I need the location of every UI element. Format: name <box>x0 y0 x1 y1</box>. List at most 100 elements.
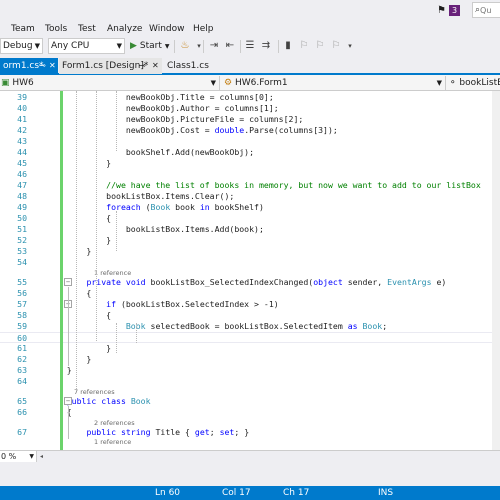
fire-icon[interactable]: ♨ <box>179 40 191 52</box>
close-icon[interactable]: ✕ <box>49 58 56 74</box>
tab-form1-cs[interactable]: orm1.cs* ⊸ ✕ <box>0 58 58 74</box>
start-label: Start <box>139 41 162 51</box>
platform-dropdown[interactable]: Any CPU ▼ <box>48 38 125 54</box>
code-line[interactable]: 42 newBookObj.Cost = double.Parse(column… <box>0 125 500 136</box>
code-text: private void bookListBox_SelectedIndexCh… <box>47 277 446 288</box>
menu-team[interactable]: Team <box>11 24 35 34</box>
format-icon[interactable]: ☰ <box>244 40 256 52</box>
collapse-toggle-icon[interactable]: − <box>64 397 72 405</box>
tab-form1-design[interactable]: Form1.cs [Design]* ⊸ ✕ <box>59 58 162 74</box>
member-icon: ⚬ <box>449 78 457 88</box>
menu-help[interactable]: Help <box>193 24 214 34</box>
pin-icon[interactable]: ⊸ <box>39 58 46 74</box>
code-text: foreach (Book book in bookShelf) <box>47 202 264 213</box>
project-dropdown[interactable]: ▣ HW6 ▼ <box>0 76 220 90</box>
code-line[interactable]: 57 if (bookListBox.SelectedIndex > -1) <box>0 299 500 310</box>
code-token: private <box>86 277 121 287</box>
line-number: 51 <box>17 224 27 234</box>
code-line[interactable]: 65 public class Book <box>0 396 500 407</box>
code-token: double <box>214 125 245 135</box>
current-code-line[interactable]: 60 <box>0 332 500 343</box>
member-name: bookListBo <box>459 78 500 88</box>
code-line[interactable]: 62 } <box>0 354 500 365</box>
line-number: 46 <box>17 169 27 179</box>
code-line[interactable]: 66 { <box>0 407 500 418</box>
code-line[interactable]: 58 { <box>0 310 500 321</box>
code-token: ; } <box>234 427 250 437</box>
code-token: bookListBox_SelectedIndexChanged( <box>145 277 314 287</box>
code-line[interactable]: 64 <box>0 376 500 387</box>
tab-class1-cs[interactable]: Class1.cs <box>164 58 224 74</box>
menu-window[interactable]: Window <box>149 24 185 34</box>
code-line[interactable]: 50 { <box>0 213 500 224</box>
code-line[interactable]: 59 Book selectedBook = bookListBox.Selec… <box>0 321 500 332</box>
code-line[interactable]: 39 newBookObj.Title = columns[0]; <box>0 92 500 103</box>
line-number: 47 <box>17 180 27 190</box>
code-token: newBookObj.Cost = <box>47 125 215 135</box>
notifications-badge[interactable]: 3 <box>449 5 460 16</box>
line-number: 42 <box>17 125 27 135</box>
pin-icon[interactable]: ⊸ <box>139 58 146 74</box>
code-line[interactable]: 54 <box>0 257 500 268</box>
chevron-down-icon[interactable]: ▾ <box>344 40 356 52</box>
member-dropdown[interactable]: ⚬ bookListBo <box>448 76 500 90</box>
code-line[interactable]: 49 foreach (Book book in bookShelf) <box>0 202 500 213</box>
code-token: bookListBox.Items.Add(book); <box>47 224 264 234</box>
code-line[interactable]: 53 } <box>0 246 500 257</box>
code-line[interactable]: 63 } <box>0 365 500 376</box>
menu-analyze[interactable]: Analyze <box>107 24 142 34</box>
document-tabs: orm1.cs* ⊸ ✕ Form1.cs [Design]* ⊸ ✕ Clas… <box>0 57 500 75</box>
code-line[interactable]: 52 } <box>0 235 500 246</box>
bookmark-next-icon[interactable]: ⚐ <box>314 40 326 52</box>
code-editor[interactable]: 39 newBookObj.Title = columns[0]; 40 newB… <box>0 91 500 450</box>
step-into-icon[interactable]: ⇤ <box>224 40 236 52</box>
code-line[interactable]: 40 newBookObj.Author = columns[1]; <box>0 103 500 114</box>
code-line[interactable]: 41 newBookObj.PictureFile = columns[2]; <box>0 114 500 125</box>
menu-tools[interactable]: Tools <box>45 24 67 34</box>
code-line[interactable]: 55 private void bookListBox_SelectedInde… <box>0 277 500 288</box>
type-dropdown[interactable]: ⚙ HW6.Form1 ▼ <box>221 76 446 90</box>
menu-test[interactable]: Test <box>78 24 96 34</box>
code-line[interactable]: 61 } <box>0 343 500 354</box>
code-token: ; <box>209 427 220 437</box>
code-token: //we have the list of books in memory, b… <box>47 180 481 190</box>
code-line[interactable]: 51 bookListBox.Items.Add(book); <box>0 224 500 235</box>
line-number: 56 <box>17 288 27 298</box>
collapse-toggle-icon[interactable]: − <box>64 278 72 286</box>
bookmark-prev-icon[interactable]: ⚐ <box>298 40 310 52</box>
code-line[interactable]: 47 //we have the list of books in memory… <box>0 180 500 191</box>
code-token: } <box>47 343 112 353</box>
toolbar-separator <box>203 40 204 53</box>
close-icon[interactable]: ✕ <box>152 58 159 74</box>
code-line[interactable]: 48 bookListBox.Items.Clear(); <box>0 191 500 202</box>
menu-bar: Team Tools Test Analyze Window Help <box>0 20 500 37</box>
indent-icon[interactable]: ⇉ <box>260 40 272 52</box>
feedback-flag-icon[interactable]: ⚑ <box>437 5 447 17</box>
scroll-left-icon[interactable]: ◂ <box>40 453 46 460</box>
code-token: e) <box>431 277 447 287</box>
bookmark-folder-icon[interactable]: ⚐ <box>330 40 342 52</box>
quick-launch[interactable]: ⌕ <box>472 2 500 18</box>
zoom-dropdown[interactable]: 0 % ▼ <box>0 451 37 462</box>
title-bar: ⚑ 3 ⌕ <box>0 0 500 20</box>
codelens-references[interactable]: 1 reference <box>94 438 131 447</box>
bookmark-icon[interactable]: ▮ <box>282 40 294 52</box>
line-number: 49 <box>17 202 27 212</box>
chevron-down-icon: ▼ <box>34 42 40 50</box>
configuration-dropdown[interactable]: Debug ▼ <box>0 38 43 54</box>
toolbar-separator <box>174 40 175 53</box>
code-text: } <box>47 235 111 246</box>
start-button[interactable]: ▶ Start ▼ <box>130 39 175 54</box>
quick-launch-input[interactable] <box>480 5 499 15</box>
line-number: 66 <box>17 407 27 417</box>
code-line[interactable]: 43 <box>0 136 500 147</box>
line-number: 61 <box>17 343 27 353</box>
code-line[interactable]: 45 } <box>0 158 500 169</box>
code-line[interactable]: 67 public string Title { get; set; } <box>0 427 500 438</box>
vertical-scrollbar[interactable] <box>492 91 500 450</box>
code-line[interactable]: 44 bookShelf.Add(newBookObj); <box>0 147 500 158</box>
code-text: newBookObj.Title = columns[0]; <box>47 92 274 103</box>
code-line[interactable]: 56 { <box>0 288 500 299</box>
step-icon[interactable]: ⇥ <box>208 40 220 52</box>
code-line[interactable]: 46 <box>0 169 500 180</box>
